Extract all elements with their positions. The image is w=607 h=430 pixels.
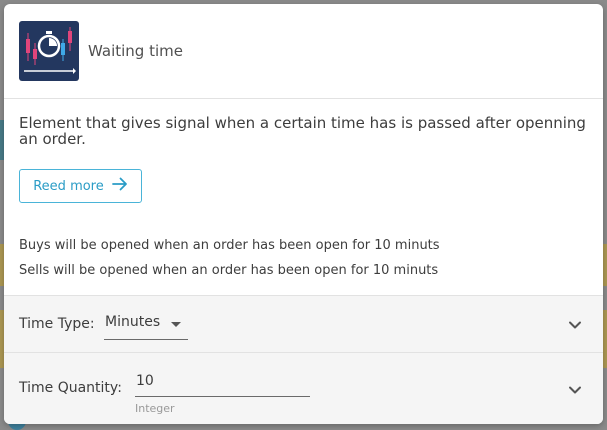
sell-info-line: Sells will be opened when an order has b…	[19, 263, 439, 278]
time-quantity-section[interactable]: Time Quantity: 10 Integer	[4, 352, 603, 424]
time-type-select[interactable]: Minutes	[104, 314, 188, 340]
background-app-edge	[603, 310, 607, 368]
time-quantity-input[interactable]: 10	[135, 373, 310, 397]
caret-down-icon	[171, 322, 181, 327]
stopwatch-candlestick-icon	[19, 21, 79, 81]
card-body: Element that gives signal when a certain…	[4, 99, 603, 287]
time-type-section[interactable]: Time Type: Minutes	[4, 295, 603, 352]
buy-info-line: Buys will be opened when an order has be…	[19, 238, 440, 253]
card-header: Waiting time	[4, 4, 603, 99]
time-quantity-label: Time Quantity:	[19, 380, 122, 396]
background-app-edge	[603, 244, 607, 286]
signal-info: Buys will be opened when an order has be…	[19, 237, 588, 287]
time-type-value: Minutes	[105, 314, 161, 330]
time-quantity-helper: Integer	[135, 402, 175, 415]
arrow-right-icon	[111, 177, 128, 195]
card-title: Waiting time	[88, 42, 183, 60]
time-quantity-value: 10	[136, 373, 154, 389]
read-more-button[interactable]: Reed more	[19, 169, 142, 203]
chevron-down-icon[interactable]	[567, 382, 583, 398]
read-more-label: Reed more	[33, 178, 104, 194]
chevron-down-icon[interactable]	[567, 317, 583, 333]
element-description: Element that gives signal when a certain…	[19, 114, 586, 148]
time-type-label: Time Type:	[19, 316, 95, 332]
element-detail-card: Waiting time Element that gives signal w…	[4, 4, 603, 424]
